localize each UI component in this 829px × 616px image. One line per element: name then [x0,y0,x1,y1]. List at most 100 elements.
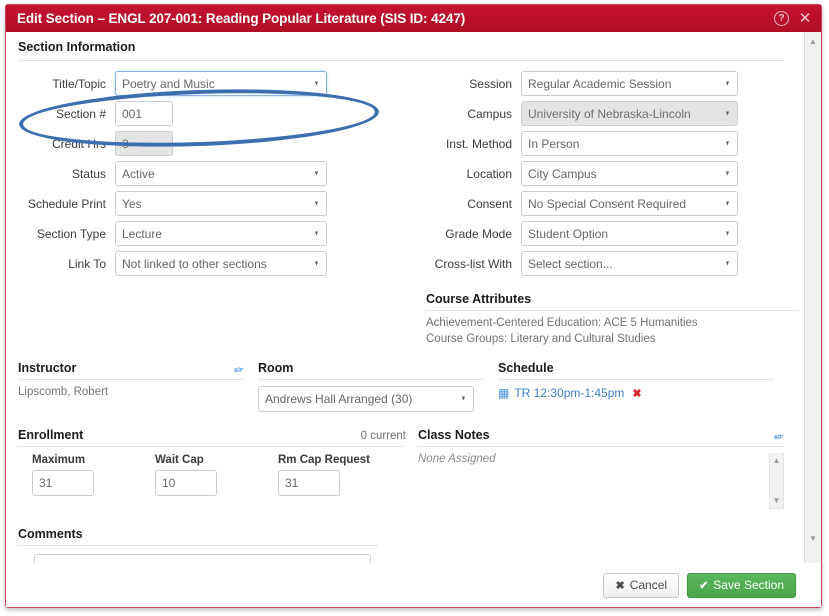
value-campus: University of Nebraska-Lincoln [528,106,691,121]
delete-x-icon[interactable]: ✖ [632,387,641,400]
input-section-number[interactable]: 001 [115,101,173,126]
class-notes-body: None Assigned ▲ ▼ [418,453,784,515]
label-campus: Campus [467,106,512,121]
form-column-left: Title/Topic Poetry and Music Section # 0… [6,69,406,279]
enrollment-field-wait-cap: Wait Cap 10 [155,454,217,496]
calendar-icon: ▦ [498,386,510,400]
course-attribute-line: Achievement-Centered Education: ACE 5 Hu… [426,317,698,329]
field-row-session: Session Regular Academic Session [406,69,786,98]
select-title-topic[interactable]: Poetry and Music [115,71,327,96]
schedule-heading-row: Schedule [498,361,788,378]
room-heading-row: Room [258,361,498,378]
modal-body-content: Section Information Title/Topic Poetry a… [6,32,800,563]
select-schedule-print[interactable]: Yes [115,191,327,216]
label-location: Location [466,166,512,181]
class-notes-scrollbar[interactable]: ▲ ▼ [769,453,784,509]
comments-block: Comments [6,527,378,563]
value-schedule-print: Yes [122,196,142,211]
field-row-title-topic: Title/Topic Poetry and Music [6,69,406,98]
schedule-entry[interactable]: ▦ TR 12:30pm-1:45pm ✖ [498,386,788,400]
value-wait-cap: 10 [162,476,176,490]
section-information-heading: Section Information [18,40,136,54]
field-row-schedule-print: Schedule Print Yes [6,189,406,218]
room-block: Room Andrews Hall Arranged (30) [258,361,498,412]
select-section-type[interactable]: Lecture [115,221,327,246]
instructor-divider [18,378,244,380]
instructor-heading-row: Instructor ✏ [18,361,258,378]
pencil-icon[interactable]: ✏ [233,362,245,378]
check-icon: ✔ [699,579,709,592]
input-credit-hours: 3 [115,131,173,156]
page-title: Edit Section – ENGL 207-001: Reading Pop… [17,11,466,26]
value-section-type: Lecture [122,226,163,241]
value-grade-mode: Student Option [528,226,609,241]
modal-body: Section Information Title/Topic Poetry a… [6,32,821,563]
schedule-entry-label: TR 12:30pm-1:45pm [514,386,625,400]
select-location[interactable]: City Campus [521,161,738,186]
cancel-button[interactable]: ✖ Cancel [603,572,680,598]
select-room[interactable]: Andrews Hall Arranged (30) [258,386,474,412]
value-status: Active [122,166,155,181]
close-icon[interactable]: ✕ [798,11,812,27]
field-row-cross-list-with: Cross-list With Select section... [406,249,786,278]
input-wait-cap[interactable]: 10 [155,470,217,496]
enrollment-field-rm-cap-request: Rm Cap Request 31 [278,454,370,496]
scroll-down-icon[interactable]: ▼ [805,531,821,546]
field-row-grade-mode: Grade Mode Student Option [406,219,786,248]
value-link-to: Not linked to other sections [122,256,267,271]
pencil-icon[interactable]: ✏ [773,429,785,445]
value-maximum: 31 [39,476,53,490]
class-notes-heading: Class Notes [418,428,490,442]
section-information-form: Title/Topic Poetry and Music Section # 0… [6,69,800,279]
instructor-room-schedule-row: Instructor ✏ Lipscomb, Robert Room Andre… [6,361,800,412]
course-attributes-heading: Course Attributes [426,292,532,306]
scroll-up-icon[interactable]: ▲ [770,454,783,467]
input-maximum[interactable]: 31 [32,470,94,496]
select-inst-method[interactable]: In Person [521,131,738,156]
question-circle-icon[interactable]: ? [774,11,789,26]
input-rm-cap-request[interactable]: 31 [278,470,340,496]
value-credit-hours: 3 [122,136,129,151]
scroll-down-icon[interactable]: ▼ [770,494,783,507]
value-inst-method: In Person [528,136,580,151]
enrollment-fields: Maximum 31 Wait Cap 10 Rm Cap Request 31 [18,454,418,496]
select-session[interactable]: Regular Academic Session [521,71,738,96]
label-schedule-print: Schedule Print [27,196,106,211]
comments-textarea[interactable] [34,554,371,563]
select-grade-mode[interactable]: Student Option [521,221,738,246]
schedule-heading: Schedule [498,361,554,375]
label-consent: Consent [467,196,512,211]
comments-divider [18,544,378,546]
enrollment-heading-row: Enrollment 0 current [18,428,418,445]
course-attributes-block: Course Attributes Achievement-Centered E… [426,292,798,347]
enrollment-block: Enrollment 0 current Maximum 31 Wait Cap… [18,428,418,515]
schedule-block: Schedule ▦ TR 12:30pm-1:45pm ✖ [498,361,788,412]
screenshot-root: Edit Section – ENGL 207-001: Reading Pop… [0,0,829,616]
instructor-value: Lipscomb, Robert [18,386,109,398]
edit-section-modal: Edit Section – ENGL 207-001: Reading Pop… [5,4,822,608]
value-consent: No Special Consent Required [528,196,687,211]
instructor-heading: Instructor [18,361,77,375]
modal-scrollbar[interactable]: ▲ ▼ [804,32,821,563]
room-heading: Room [258,361,294,375]
class-notes-block: Class Notes ✏ None Assigned ▲ ▼ [418,428,798,515]
field-row-status: Status Active [6,159,406,188]
enrollment-notes-row: Enrollment 0 current Maximum 31 Wait Cap… [6,428,800,515]
comments-heading: Comments [18,527,83,541]
class-notes-divider [418,445,784,447]
select-status[interactable]: Active [115,161,327,186]
label-maximum: Maximum [32,454,86,466]
title-bar-actions: ? ✕ [774,11,812,27]
field-row-credit-hours: Credit Hrs 3 [6,129,406,158]
select-link-to[interactable]: Not linked to other sections [115,251,327,276]
select-cross-list-with[interactable]: Select section... [521,251,738,276]
save-section-button[interactable]: ✔ Save Section [687,572,796,598]
enrollment-divider [18,445,404,447]
value-session: Regular Academic Session [528,76,672,91]
scroll-up-icon[interactable]: ▲ [805,34,821,49]
value-rm-cap-request: 31 [285,476,299,490]
field-row-location: Location City Campus [406,159,786,188]
select-consent[interactable]: No Special Consent Required [521,191,738,216]
modal-title-bar: Edit Section – ENGL 207-001: Reading Pop… [6,5,821,32]
enrollment-heading: Enrollment [18,428,84,442]
